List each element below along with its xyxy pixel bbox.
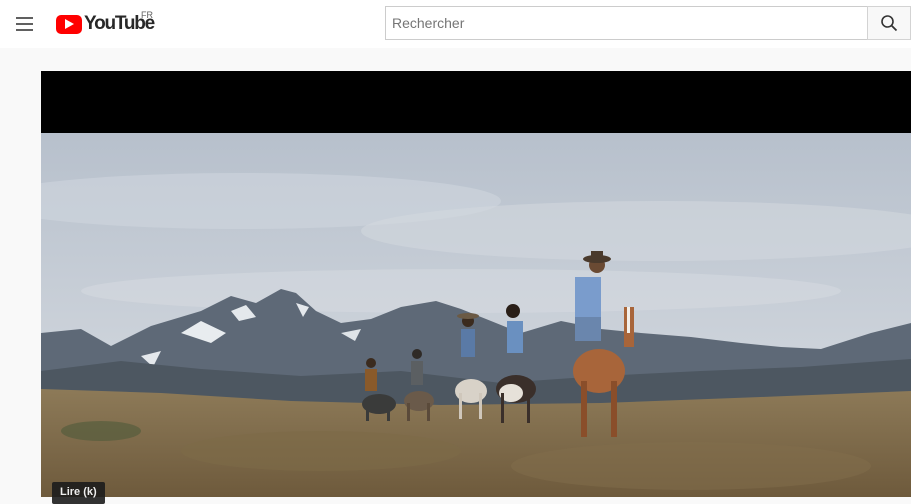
search-input[interactable] xyxy=(386,7,867,39)
search-button[interactable] xyxy=(867,6,911,40)
play-tooltip: Lire (k) xyxy=(52,482,105,504)
video-frame xyxy=(41,71,911,497)
masthead: YouTube FR xyxy=(0,0,911,48)
video-player[interactable] xyxy=(41,71,911,497)
hamburger-menu-icon[interactable] xyxy=(8,8,40,40)
youtube-logo[interactable]: YouTube xyxy=(56,13,155,35)
country-code: FR xyxy=(141,10,153,20)
youtube-play-logo-icon xyxy=(56,14,82,34)
search-box xyxy=(385,6,867,40)
search-icon xyxy=(881,15,898,32)
